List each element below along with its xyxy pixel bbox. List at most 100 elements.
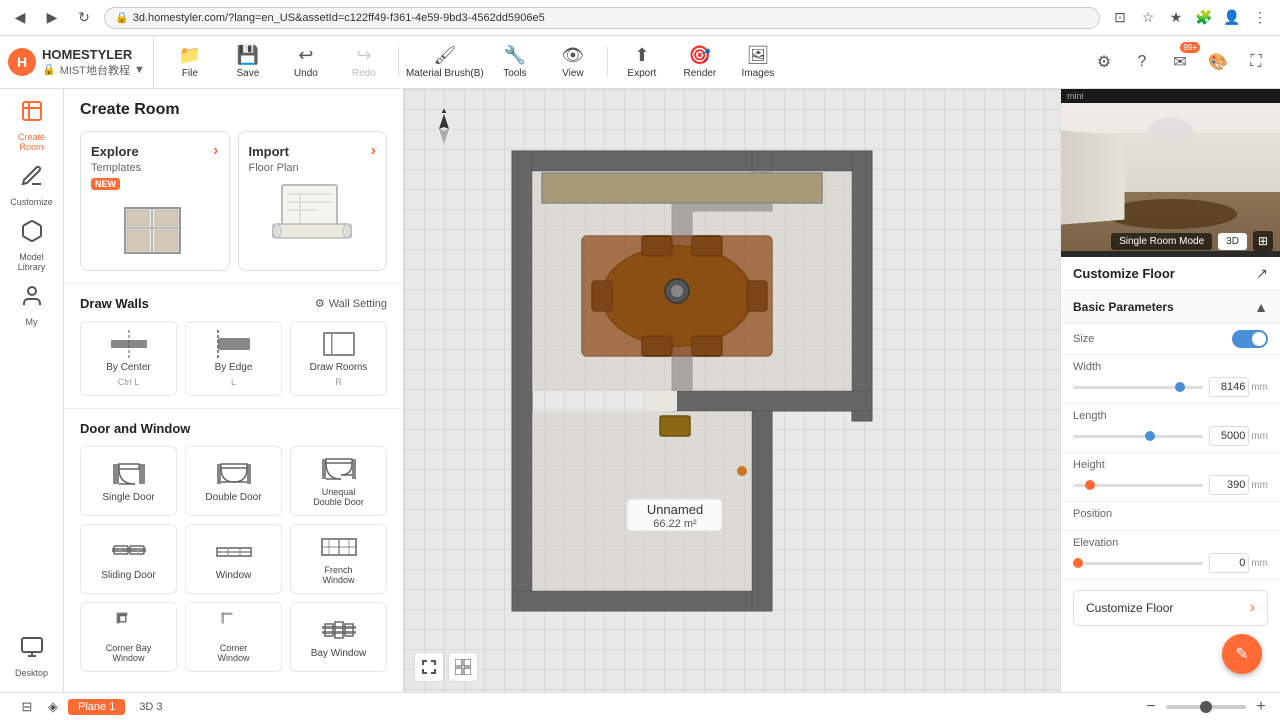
customize-floor-btn-label: Customize Floor bbox=[1086, 601, 1173, 615]
preview-render bbox=[1061, 103, 1280, 251]
render-button[interactable]: 🎯 Render bbox=[672, 39, 728, 85]
zoom-out-button[interactable]: − bbox=[1140, 696, 1162, 718]
extensions-icon[interactable]: 🧩 bbox=[1192, 6, 1216, 30]
height-slider[interactable] bbox=[1073, 484, 1203, 487]
customize-floor-button[interactable]: Customize Floor › bbox=[1073, 590, 1268, 626]
length-slider[interactable] bbox=[1073, 435, 1203, 438]
draw-rooms-tool[interactable]: Draw Rooms R bbox=[290, 321, 387, 396]
bottom-icon-2[interactable]: ◈ bbox=[42, 696, 64, 718]
bookmark-icon[interactable]: ☆ bbox=[1136, 6, 1160, 30]
create-room-icon bbox=[20, 99, 44, 129]
import-label: Import bbox=[249, 144, 289, 159]
size-label: Size bbox=[1073, 333, 1094, 345]
redo-button[interactable]: ↪ Redo bbox=[336, 39, 392, 85]
undo-button[interactable]: ↩ Undo bbox=[278, 39, 334, 85]
bottom-icon-1[interactable]: ⊟ bbox=[16, 696, 38, 718]
svg-text:Unnamed: Unnamed bbox=[647, 502, 703, 517]
settings-icon-btn[interactable]: ⚙ bbox=[1088, 46, 1120, 78]
preview-controls: Single Room Mode 3D ⊞ bbox=[1061, 231, 1280, 251]
elevation-control: 0 mm bbox=[1073, 553, 1268, 573]
window-tool[interactable]: Window bbox=[185, 524, 282, 594]
undo-icon: ↩ bbox=[298, 45, 313, 66]
star-icon[interactable]: ★ bbox=[1164, 6, 1188, 30]
height-value-input[interactable]: 390 bbox=[1209, 475, 1249, 495]
bay-window-tool[interactable]: Bay Window bbox=[290, 602, 387, 672]
customize-floor-btn-arrow: › bbox=[1250, 599, 1255, 617]
3d-mode-button[interactable]: 3D bbox=[1218, 233, 1247, 250]
preview-expand-button[interactable]: ⊞ bbox=[1253, 231, 1273, 251]
images-button[interactable]: 🖼 Images bbox=[730, 39, 786, 85]
explore-card-img bbox=[91, 200, 219, 260]
material-brush-label: Material Brush(B) bbox=[406, 68, 484, 79]
3d-tab[interactable]: 3D 3 bbox=[129, 699, 172, 715]
grid-toggle-button[interactable] bbox=[448, 652, 478, 682]
wall-setting-button[interactable]: ⚙ Wall Setting bbox=[315, 297, 387, 310]
model-library-icon bbox=[20, 219, 44, 249]
material-brush-button[interactable]: 🖌 Material Brush(B) bbox=[405, 39, 485, 85]
screen-cast-icon[interactable]: ⊡ bbox=[1108, 6, 1132, 30]
elevation-value-input[interactable]: 0 bbox=[1209, 553, 1249, 573]
desktop-sidebar-label: Desktop bbox=[15, 668, 48, 678]
forward-button[interactable]: ▶ bbox=[40, 6, 64, 30]
explore-templates-card[interactable]: Explore › Templates NEW bbox=[80, 131, 230, 271]
redo-icon: ↪ bbox=[356, 45, 371, 66]
sliding-door-tool[interactable]: Sliding Door bbox=[80, 524, 177, 594]
sidebar-item-my[interactable]: My bbox=[4, 277, 60, 333]
canvas-area[interactable]: ▲ bbox=[404, 89, 1060, 692]
by-edge-shortcut: L bbox=[231, 377, 236, 387]
zoom-in-button[interactable]: + bbox=[1250, 696, 1272, 718]
fab-button[interactable]: ✎ bbox=[1222, 634, 1262, 674]
collapse-basic-params-button[interactable]: ▲ bbox=[1254, 299, 1268, 315]
basic-params-header: Basic Parameters ▲ bbox=[1061, 291, 1280, 324]
window-icon bbox=[216, 538, 252, 566]
sidebar-item-model-library[interactable]: ModelLibrary bbox=[4, 217, 60, 273]
by-center-tool[interactable]: By Center Ctrl L bbox=[80, 321, 177, 396]
sidebar-item-desktop[interactable]: Desktop bbox=[4, 628, 60, 684]
view-button[interactable]: 👁 View bbox=[545, 39, 601, 85]
sidebar-item-customize[interactable]: Customize bbox=[4, 157, 60, 213]
fullscreen-icon-btn[interactable]: ⛶ bbox=[1240, 46, 1272, 78]
double-door-tool[interactable]: Double Door bbox=[185, 446, 282, 516]
address-bar[interactable]: 🔒 3d.homestyler.com/?lang=en_US&assetId=… bbox=[104, 7, 1100, 29]
import-floor-plan-card[interactable]: Import › Floor Plan bbox=[238, 131, 388, 271]
url-text: 3d.homestyler.com/?lang=en_US&assetId=c1… bbox=[133, 12, 545, 24]
back-button[interactable]: ◀ bbox=[8, 6, 32, 30]
menu-icon[interactable]: ⋮ bbox=[1248, 6, 1272, 30]
single-door-tool[interactable]: Single Door bbox=[80, 446, 177, 516]
save-button[interactable]: 💾 Save bbox=[220, 39, 276, 85]
zoom-controls: − + bbox=[1140, 696, 1272, 718]
profile-icon[interactable]: 👤 bbox=[1220, 6, 1244, 30]
single-room-mode-button[interactable]: Single Room Mode bbox=[1111, 233, 1212, 250]
french-window-tool[interactable]: FrenchWindow bbox=[290, 524, 387, 594]
sidebar-item-create-room[interactable]: CreateRoom bbox=[4, 97, 60, 153]
width-slider[interactable] bbox=[1073, 386, 1203, 389]
tools-button[interactable]: 🔧 Tools bbox=[487, 39, 543, 85]
width-value-input[interactable]: 8146 bbox=[1209, 377, 1249, 397]
corner-window-tool[interactable]: CornerWindow bbox=[185, 602, 282, 672]
zoom-slider[interactable] bbox=[1166, 705, 1246, 709]
unequal-double-door-label: UnequalDouble Door bbox=[313, 487, 364, 507]
draw-walls-section: Draw Walls ⚙ Wall Setting By Center Ctrl… bbox=[64, 283, 403, 408]
project-lock-icon: 🔒 bbox=[42, 63, 56, 76]
fit-view-button[interactable] bbox=[414, 652, 444, 682]
notifications-icon-btn[interactable]: ✉ 99+ bbox=[1164, 46, 1196, 78]
length-value-box: 5000 mm bbox=[1209, 426, 1268, 446]
double-door-label: Double Door bbox=[205, 492, 261, 503]
width-label: Width bbox=[1073, 361, 1268, 373]
corner-bay-window-tool[interactable]: Corner BayWindow bbox=[80, 602, 177, 672]
length-value-input[interactable]: 5000 bbox=[1209, 426, 1249, 446]
file-button[interactable]: 📁 File bbox=[162, 39, 218, 85]
size-toggle-switch[interactable] bbox=[1232, 330, 1268, 348]
help-icon-btn[interactable]: ? bbox=[1126, 46, 1158, 78]
refresh-button[interactable]: ↻ bbox=[72, 6, 96, 30]
corner-window-label: CornerWindow bbox=[217, 643, 249, 663]
plane-tab[interactable]: Plane 1 bbox=[68, 699, 125, 715]
draw-walls-title: Draw Walls bbox=[80, 296, 149, 311]
unequal-double-door-tool[interactable]: UnequalDouble Door bbox=[290, 446, 387, 516]
elevation-slider[interactable] bbox=[1073, 562, 1203, 565]
by-edge-tool[interactable]: By Edge L bbox=[185, 321, 282, 396]
color-icon-btn[interactable]: 🎨 bbox=[1202, 46, 1234, 78]
project-dropdown-icon[interactable]: ▼ bbox=[134, 64, 145, 76]
export-button[interactable]: ⬆ Export bbox=[614, 39, 670, 85]
expand-icon[interactable]: ↗ bbox=[1256, 265, 1268, 282]
